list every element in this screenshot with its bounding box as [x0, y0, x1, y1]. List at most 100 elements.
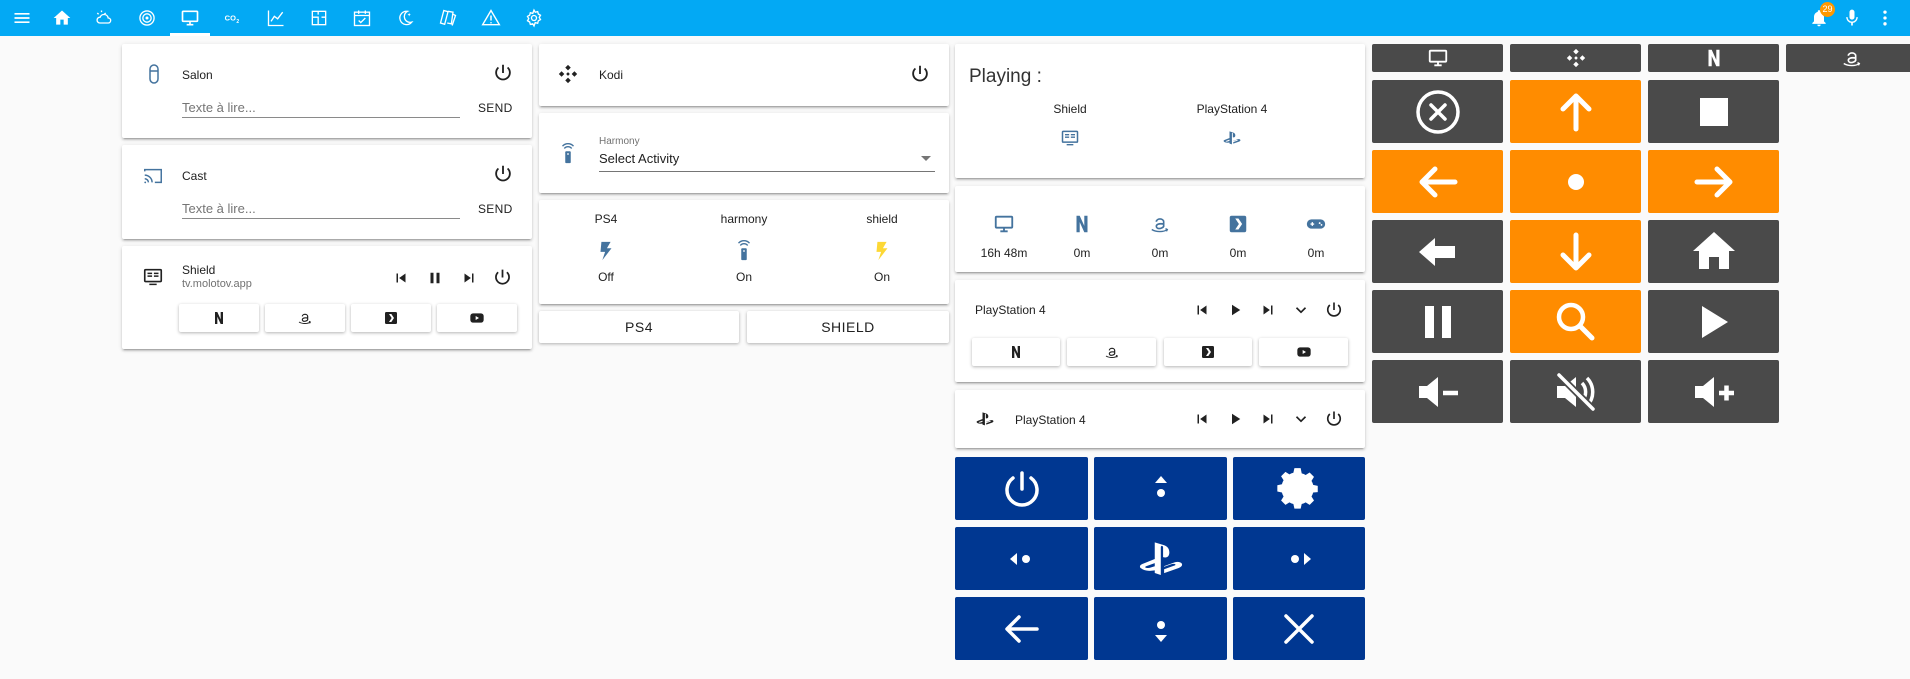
source-kodi-button[interactable]	[1510, 44, 1641, 72]
plex-icon	[1229, 215, 1247, 233]
remote-left-button[interactable]	[1372, 150, 1503, 213]
ps4-cross-button[interactable]	[1233, 597, 1365, 660]
send-button[interactable]: SEND	[478, 101, 513, 115]
harmony-activity-card: Harmony Select Activity	[539, 113, 949, 193]
remote-volume-up-button[interactable]	[1648, 360, 1779, 423]
ps4-up-button[interactable]	[1094, 457, 1227, 520]
menu-icon[interactable]	[2, 0, 42, 36]
activity-select[interactable]: Select Activity	[599, 150, 935, 172]
radar-icon[interactable]	[127, 0, 167, 36]
next-track-icon[interactable]	[1259, 410, 1277, 428]
play-icon[interactable]	[1226, 410, 1244, 428]
remote-back-button[interactable]	[1372, 220, 1503, 283]
cards-icon[interactable]	[428, 0, 468, 36]
remote-volume-down-button[interactable]	[1372, 360, 1503, 423]
remote-cancel-button[interactable]	[1372, 80, 1503, 143]
usage-stats-card: 16h 48m 0m 0m 0m 0m	[955, 186, 1365, 272]
settings-icon[interactable]	[514, 0, 554, 36]
remote-right-button[interactable]	[1648, 150, 1779, 213]
remote-icon	[557, 141, 579, 167]
plex-icon	[385, 312, 397, 324]
usage-item: 0m	[1275, 213, 1357, 260]
play-icon	[1701, 305, 1728, 338]
ps4-right-button[interactable]	[1233, 527, 1365, 590]
amazon-source-button[interactable]	[265, 304, 345, 332]
moon-icon[interactable]	[385, 0, 425, 36]
ps4-ps-button[interactable]	[1094, 527, 1227, 590]
chart-icon[interactable]	[256, 0, 296, 36]
ps4-down-button[interactable]	[1094, 597, 1227, 660]
remote-mute-button[interactable]	[1510, 360, 1641, 423]
weather-icon[interactable]	[84, 0, 124, 36]
ps4-button[interactable]: PS4	[539, 311, 739, 343]
power-icon[interactable]	[1324, 300, 1344, 320]
glance-state: Off	[598, 270, 614, 284]
usage-value: 0m	[1073, 246, 1091, 260]
previous-track-icon[interactable]	[1193, 410, 1211, 428]
glance-item-ps4[interactable]: PS4 Off	[539, 212, 673, 284]
usage-item: 0m	[1119, 213, 1201, 260]
next-track-icon[interactable]	[1259, 301, 1277, 319]
player-name: PlayStation 4	[975, 303, 1046, 317]
remote-search-button[interactable]	[1510, 290, 1641, 353]
remote-play-button[interactable]	[1648, 290, 1779, 353]
cast-icon	[142, 165, 164, 187]
alert-icon[interactable]	[471, 0, 511, 36]
power-icon[interactable]	[1324, 409, 1344, 429]
ps4-power-button[interactable]	[955, 457, 1088, 520]
more-icon[interactable]	[1865, 0, 1905, 36]
dpad-up-icon	[1154, 475, 1167, 497]
source-tv-button[interactable]	[1372, 44, 1503, 72]
youtube-source-button[interactable]	[437, 304, 517, 332]
remote-down-button[interactable]	[1510, 220, 1641, 283]
netflix-source-button[interactable]	[179, 304, 259, 332]
chevron-down-icon[interactable]	[1292, 301, 1310, 319]
youtube-source-button[interactable]	[1259, 338, 1348, 366]
remote-home-button[interactable]	[1648, 220, 1779, 283]
power-icon[interactable]	[909, 63, 931, 85]
kodi-icon	[557, 63, 579, 85]
tts-input[interactable]: Texte à lire...	[182, 201, 460, 219]
player-name: PlayStation 4	[1015, 413, 1086, 427]
dpad-down-icon	[1154, 620, 1167, 642]
send-button[interactable]: SEND	[478, 202, 513, 216]
tv-icon[interactable]	[170, 0, 210, 36]
amazon-source-button[interactable]	[1067, 338, 1156, 366]
remote-pause-button[interactable]	[1372, 290, 1503, 353]
shield-button[interactable]: SHIELD	[747, 311, 949, 343]
ps4-left-button[interactable]	[955, 527, 1088, 590]
playing-device-ps4[interactable]: PlayStation 4	[1157, 102, 1307, 148]
netflix-source-button[interactable]	[972, 338, 1060, 366]
source-amazon-button[interactable]	[1786, 44, 1910, 72]
previous-track-icon[interactable]	[1193, 301, 1211, 319]
bolt-icon	[595, 240, 617, 262]
co2-icon[interactable]: CO 2	[213, 0, 253, 36]
remote-up-button[interactable]	[1510, 80, 1641, 143]
media-player-ps4: PlayStation 4	[955, 280, 1365, 382]
play-icon[interactable]	[1226, 301, 1244, 319]
remote-stop-button[interactable]	[1648, 80, 1779, 143]
power-icon[interactable]	[492, 62, 514, 84]
plex-source-button[interactable]	[351, 304, 431, 332]
glance-item-shield[interactable]: shield On	[815, 212, 949, 284]
ps4-back-button[interactable]	[955, 597, 1088, 660]
tv-icon	[1428, 49, 1447, 67]
power-icon[interactable]	[492, 163, 514, 185]
pause-icon[interactable]	[426, 269, 444, 287]
plex-source-button[interactable]	[1164, 338, 1252, 366]
tts-name: Cast	[182, 169, 207, 183]
ps4-settings-button[interactable]	[1233, 457, 1365, 520]
playing-device-shield[interactable]: Shield	[1015, 102, 1125, 148]
tts-input[interactable]: Texte à lire...	[182, 100, 460, 118]
glance-item-harmony[interactable]: harmony On	[677, 212, 811, 284]
calendar-icon[interactable]	[342, 0, 382, 36]
plex-icon	[1202, 346, 1214, 358]
power-icon[interactable]	[492, 267, 513, 288]
chevron-down-icon[interactable]	[1292, 410, 1310, 428]
home-icon[interactable]	[42, 0, 82, 36]
source-netflix-button[interactable]	[1648, 44, 1779, 72]
next-track-icon[interactable]	[460, 269, 478, 287]
previous-track-icon[interactable]	[392, 269, 410, 287]
remote-ok-button[interactable]	[1510, 150, 1641, 213]
floorplan-icon[interactable]	[299, 0, 339, 36]
